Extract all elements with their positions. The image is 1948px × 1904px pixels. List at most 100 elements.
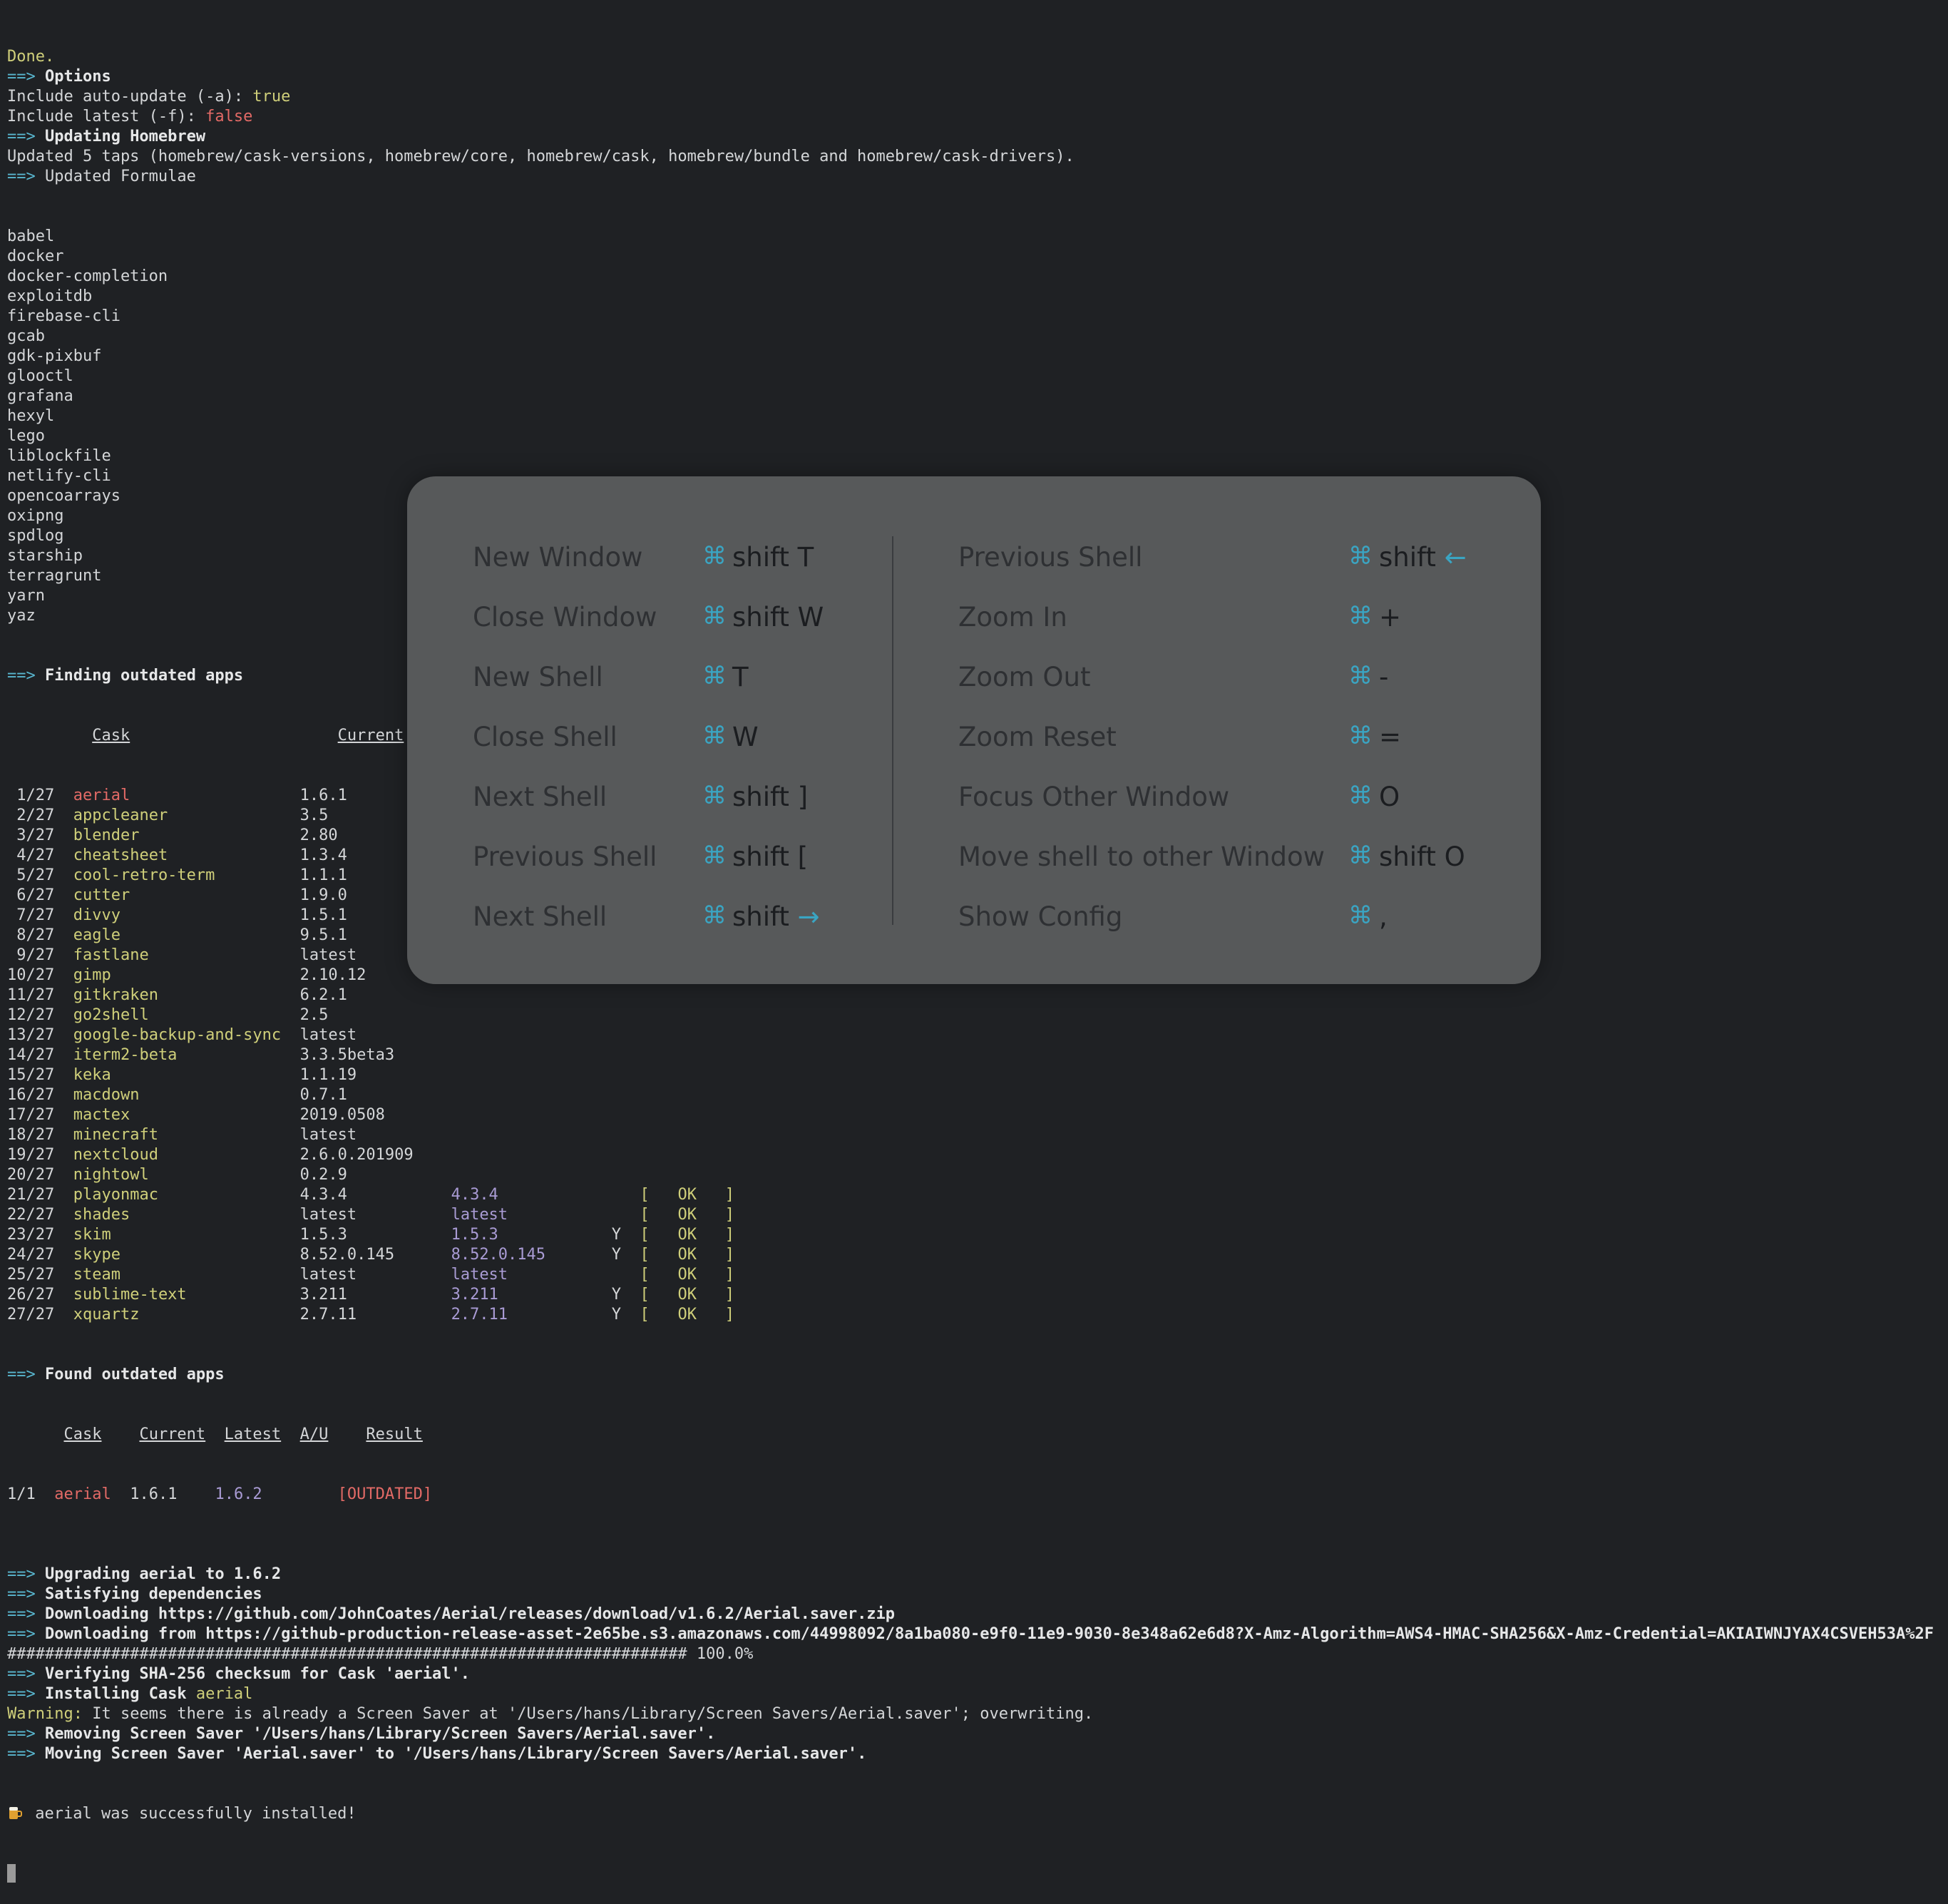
cask-row: 13/27 google-backup-and-sync latest — [7, 1026, 357, 1044]
terminal-line: ==> Upgrading aerial to 1.6.2 — [7, 1565, 282, 1583]
shortcut-label: New Window — [473, 542, 643, 573]
cask-row: 14/27 iterm2-beta 3.3.5beta3 — [7, 1046, 395, 1064]
formula-item: grafana — [7, 387, 73, 405]
shortcut-label: Zoom Out — [958, 662, 1091, 692]
cask-row: 21/27 playonmac 4.3.4 4.3.4 [ OK ] — [7, 1186, 734, 1204]
terminal-line: ==> Removing Screen Saver '/Users/hans/L… — [7, 1725, 716, 1743]
shortcut-label: Close Shell — [473, 722, 617, 752]
cask-row: 26/27 sublime-text 3.211 3.211 Y [ OK ] — [7, 1286, 734, 1304]
arrow-key-icon: → — [797, 901, 820, 932]
shortcut-keys: , — [1379, 901, 1388, 932]
shortcut-keys: shift → — [732, 901, 820, 932]
shortcut-label: Show Config — [958, 901, 1123, 932]
shortcut-row: Close Window ⌘ shift W — [473, 596, 872, 656]
shortcut-row: Zoom In ⌘ + — [958, 596, 1493, 656]
terminal-line: Include latest (-f): false — [7, 108, 253, 126]
current-column-header: Current — [337, 727, 404, 744]
column-divider — [892, 536, 893, 925]
shortcut-keys: T — [732, 662, 749, 692]
terminal-line: Warning: It seems there is already a Scr… — [7, 1705, 1094, 1723]
terminal-line: ==> Satisfying dependencies — [7, 1585, 262, 1603]
shortcut-row: New Window ⌘ shift T — [473, 536, 872, 596]
found-table-header: Cask Current Latest A/U Result — [63, 1426, 423, 1443]
cask-row: 11/27 gitkraken 6.2.1 — [7, 986, 347, 1004]
formula-item: babel — [7, 227, 55, 245]
command-key-icon: ⌘ — [702, 542, 727, 570]
terminal-line: ==> Verifying SHA-256 checksum for Cask … — [7, 1665, 471, 1683]
terminal-line: ########################################… — [7, 1645, 754, 1663]
shortcut-label: Close Window — [473, 602, 657, 633]
formula-item: docker-completion — [7, 267, 168, 285]
command-key-icon: ⌘ — [702, 662, 727, 690]
shortcut-keys: O — [1379, 782, 1400, 812]
shortcut-label: Zoom In — [958, 602, 1067, 633]
shortcut-row: Previous Shell ⌘ shift ← — [958, 536, 1493, 596]
shortcut-label: Next Shell — [473, 782, 608, 812]
shortcut-row: Next Shell ⌘ shift → — [473, 896, 872, 956]
shortcut-row: New Shell ⌘ T — [473, 656, 872, 716]
success-line: aerial was successfully installed! — [7, 1804, 1941, 1824]
shortcut-keys: shift ← — [1379, 542, 1467, 573]
terminal-line: ==> Installing Cask aerial — [7, 1685, 253, 1703]
command-key-icon: ⌘ — [702, 841, 727, 870]
shortcut-label: Next Shell — [473, 901, 608, 932]
shortcut-row: Zoom Reset ⌘ = — [958, 716, 1493, 776]
cask-row: 18/27 minecraft latest — [7, 1126, 357, 1144]
shortcut-label: Previous Shell — [473, 841, 657, 872]
shortcuts-right-column: Previous Shell ⌘ shift ← Zoom In ⌘ + Zoom Out ⌘… — [958, 536, 1493, 956]
shortcut-label: Focus Other Window — [958, 782, 1230, 812]
shortcut-row: Zoom Out ⌘ - — [958, 656, 1493, 716]
shortcut-label: Previous Shell — [958, 542, 1143, 573]
shortcut-keys: W — [732, 722, 759, 752]
shortcut-keys: shift [ — [732, 841, 809, 872]
shortcut-keys: + — [1379, 602, 1402, 633]
formula-item: glooctl — [7, 367, 73, 385]
cask-row: 17/27 mactex 2019.0508 — [7, 1106, 385, 1124]
cask-row: 22/27 shades latest latest [ OK ] — [7, 1206, 734, 1224]
shortcut-label: Move shell to other Window — [958, 841, 1325, 872]
command-key-icon: ⌘ — [1348, 841, 1373, 870]
shortcut-keys: shift T — [732, 542, 814, 573]
shortcut-keys: = — [1379, 722, 1402, 752]
cask-row: 15/27 keka 1.1.19 — [7, 1066, 357, 1084]
terminal-line: Done. — [7, 48, 55, 66]
terminal-line: Updated 5 taps (homebrew/cask-versions, … — [7, 148, 1075, 165]
command-key-icon: ⌘ — [1348, 782, 1373, 810]
shortcut-row: Next Shell ⌘ shift ] — [473, 776, 872, 836]
cask-row: 25/27 steam latest latest [ OK ] — [7, 1266, 734, 1284]
terminal-line: ==> Updated Formulae — [7, 168, 196, 185]
terminal-footer-lines: ==> Upgrading aerial to 1.6.2 ==> Satisfy… — [7, 1545, 1941, 1764]
command-key-icon: ⌘ — [702, 782, 727, 810]
beer-icon — [9, 1807, 22, 1819]
shortcut-label: Zoom Reset — [958, 722, 1117, 752]
terminal-line: ==> Downloading from https://github-prod… — [7, 1625, 1934, 1643]
shortcut-row: Focus Other Window ⌘ O — [958, 776, 1493, 836]
keyboard-shortcuts-overlay: New Window ⌘ shift T Close Window ⌘ shift W Ne… — [407, 476, 1541, 984]
prompt-line[interactable] — [7, 1864, 1941, 1884]
command-key-icon: ⌘ — [702, 602, 727, 630]
cask-row: 24/27 skype 8.52.0.145 8.52.0.145 Y [ OK… — [7, 1246, 734, 1264]
formula-item: gcab — [7, 327, 45, 345]
terminal-line: ==> Updating Homebrew — [7, 128, 206, 145]
formula-item: docker — [7, 247, 64, 265]
arrow-key-icon: ← — [1444, 542, 1467, 573]
command-key-icon: ⌘ — [702, 722, 727, 750]
command-key-icon: ⌘ — [1348, 542, 1373, 570]
cask-row: 19/27 nextcloud 2.6.0.201909 — [7, 1146, 414, 1164]
shortcut-row: Close Shell ⌘ W — [473, 716, 872, 776]
terminal-line: ==> Downloading https://github.com/JohnC… — [7, 1605, 896, 1623]
command-key-icon: ⌘ — [1348, 901, 1373, 930]
found-outdated-header: ==> Found outdated apps — [7, 1366, 225, 1383]
cask-row: 20/27 nightowl 0.2.9 — [7, 1166, 347, 1184]
cask-row: 16/27 macdown 0.7.1 — [7, 1086, 347, 1104]
formula-item: lego — [7, 427, 45, 445]
terminal-cursor — [7, 1864, 16, 1883]
formula-item: hexyl — [7, 407, 55, 425]
found-table-row: 1/1 aerial 1.6.1 1.6.2 [OUTDATED] — [7, 1485, 433, 1503]
formula-item: exploitdb — [7, 287, 93, 305]
formula-item: liblockfile — [7, 447, 111, 465]
cask-row: 27/27 xquartz 2.7.11 2.7.11 Y [ OK ] — [7, 1306, 734, 1324]
formula-item: firebase-cli — [7, 307, 121, 325]
formula-item: gdk-pixbuf — [7, 347, 102, 365]
